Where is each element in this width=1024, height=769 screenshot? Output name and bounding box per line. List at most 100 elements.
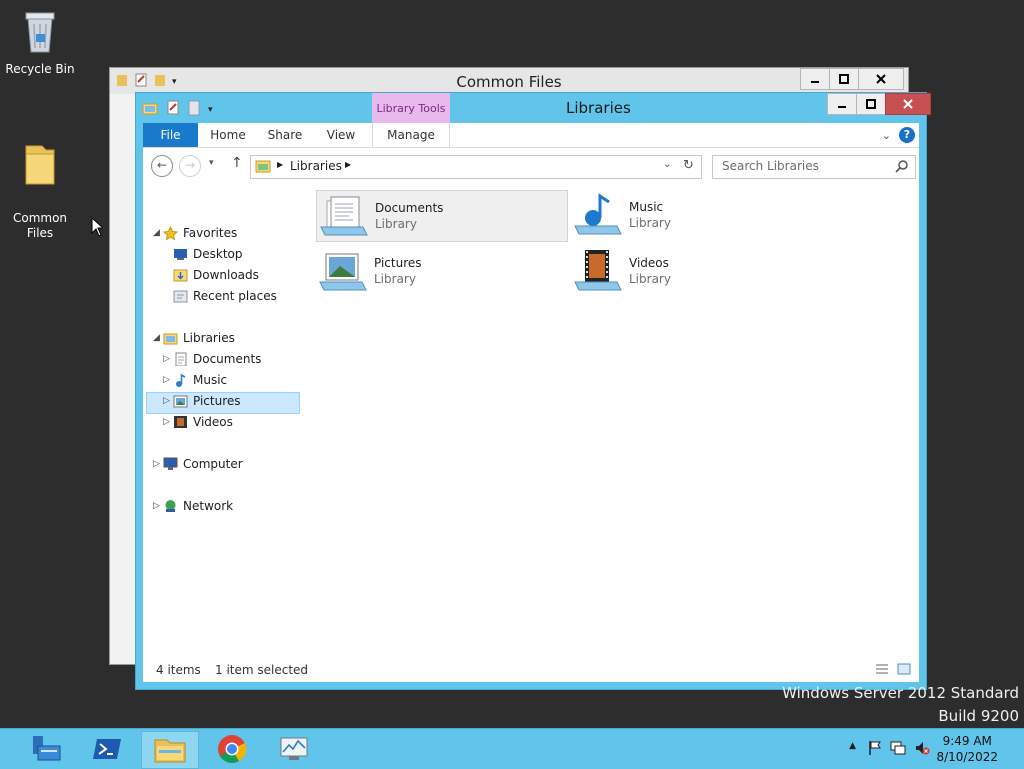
tree-item-pictures[interactable]: ▷ Pictures — [163, 391, 241, 411]
status-bar: 4 items 1 item selected — [143, 658, 919, 682]
recent-locations-icon[interactable]: ▾ — [209, 158, 214, 168]
maximize-button[interactable] — [829, 68, 859, 90]
library-tile-videos[interactable]: Videos Library — [571, 246, 821, 296]
title-bar[interactable]: ▾ Common Files — [110, 68, 908, 94]
tree-item-videos[interactable]: ▷ Videos — [163, 412, 233, 432]
star-icon — [162, 225, 179, 241]
properties-icon[interactable] — [166, 100, 180, 119]
close-button[interactable] — [858, 68, 904, 90]
show-hidden-icons-icon[interactable]: ▲ — [849, 741, 856, 751]
recycle-bin-label: Recycle Bin — [5, 62, 75, 76]
libraries-icon — [163, 331, 178, 345]
expand-arrow-icon[interactable]: ▷ — [153, 496, 160, 516]
tree-label: Libraries — [183, 331, 235, 345]
breadcrumb-separator-icon[interactable]: ▶ — [345, 160, 351, 169]
taskbar-server-manager[interactable] — [18, 731, 74, 767]
collapse-arrow-icon[interactable]: ◢ — [153, 328, 160, 348]
maximize-button[interactable] — [856, 93, 886, 115]
forward-button[interactable]: → — [179, 155, 201, 177]
tree-label: Computer — [183, 457, 243, 471]
expand-arrow-icon[interactable]: ▷ — [153, 454, 160, 474]
tree-item-music[interactable]: ▷ Music — [163, 370, 228, 390]
videos-library-icon — [574, 250, 622, 291]
taskbar-performance-monitor[interactable] — [266, 731, 322, 767]
title-bar[interactable]: ▾ Library Tools Libraries — [136, 93, 931, 123]
search-icon[interactable] — [895, 160, 908, 173]
customize-toolbar-icon[interactable]: ▾ — [208, 105, 213, 115]
minimize-button[interactable] — [827, 93, 857, 115]
tree-network[interactable]: ▷ Network — [153, 496, 234, 516]
breadcrumb-libraries[interactable]: Libraries — [290, 159, 342, 173]
address-dropdown-icon[interactable]: ⌄ — [663, 159, 671, 170]
taskbar-file-explorer[interactable] — [141, 731, 199, 769]
tab-home[interactable]: Home — [205, 123, 251, 147]
tab-view[interactable]: View — [319, 123, 363, 147]
tree-item-desktop[interactable]: Desktop — [174, 244, 243, 264]
back-button[interactable]: ← — [151, 155, 173, 177]
library-tile-music[interactable]: Music Library — [571, 190, 821, 240]
tab-file[interactable]: File — [143, 123, 198, 147]
tree-label: Pictures — [193, 394, 241, 408]
window-title: Common Files — [456, 73, 562, 91]
clock-time: 9:49 AM — [942, 734, 992, 748]
expand-arrow-icon[interactable]: ▷ — [163, 370, 170, 390]
close-button[interactable] — [885, 93, 931, 115]
desktop-icon-common-files[interactable]: Common Files — [0, 112, 80, 241]
expand-ribbon-icon[interactable]: ⌄ — [882, 129, 891, 142]
tree-item-recent-places[interactable]: Recent places — [173, 286, 277, 306]
tree-item-documents[interactable]: ▷ Documents — [163, 349, 261, 369]
tree-label: Favorites — [183, 226, 238, 240]
recent-places-icon — [173, 289, 188, 303]
expand-arrow-icon[interactable]: ▷ — [163, 412, 170, 432]
library-tile-documents[interactable]: Documents Library — [316, 190, 568, 242]
computer-icon — [163, 457, 178, 471]
tree-libraries[interactable]: ◢ Libraries — [153, 328, 235, 348]
tree-label: Recent places — [193, 289, 277, 303]
tree-label: Desktop — [193, 247, 243, 261]
clock[interactable]: 9:49 AM 8/10/2022 — [936, 733, 998, 765]
tile-type: Library — [375, 217, 417, 231]
chrome-icon — [218, 735, 247, 763]
help-icon[interactable]: ? — [899, 127, 915, 143]
server-manager-icon — [33, 736, 61, 761]
libraries-window[interactable]: ▾ Library Tools Libraries File Home Shar… — [135, 92, 931, 690]
tree-favorites[interactable]: ◢ Favorites — [153, 223, 238, 243]
tree-label: Music — [193, 373, 228, 387]
tile-name: Music — [629, 200, 664, 214]
action-center-flag-icon[interactable] — [868, 740, 882, 759]
os-build-watermark: Build 9200 — [938, 707, 1019, 725]
recycle-bin-icon — [0, 8, 80, 58]
large-icons-view-icon[interactable] — [897, 663, 911, 678]
minimize-button[interactable] — [800, 68, 830, 90]
details-view-icon[interactable] — [875, 663, 889, 678]
tree-computer[interactable]: ▷ Computer — [153, 454, 243, 474]
common-files-label: Common Files — [12, 211, 68, 240]
desktop-icon-recycle-bin[interactable]: Recycle Bin — [0, 8, 80, 77]
search-placeholder: Search Libraries — [722, 159, 819, 173]
expand-arrow-icon[interactable]: ▷ — [163, 349, 170, 369]
tab-share[interactable]: Share — [263, 123, 307, 147]
address-bar[interactable]: ▶ Libraries ▶ ⌄ ↻ — [250, 155, 702, 179]
tree-label: Downloads — [193, 268, 259, 282]
tree-item-downloads[interactable]: Downloads — [173, 265, 259, 285]
new-library-icon[interactable] — [188, 100, 200, 119]
tree-label: Videos — [193, 415, 233, 429]
tree-label: Network — [183, 499, 234, 513]
up-button[interactable]: ↑ — [231, 155, 243, 171]
ribbon-tabs: File Home Share View Manage ⌄ ? — [143, 123, 919, 148]
powershell-icon — [93, 739, 121, 759]
breadcrumb-separator-icon[interactable]: ▶ — [277, 160, 283, 169]
search-box[interactable]: Search Libraries — [712, 155, 916, 179]
tab-manage[interactable]: Manage — [372, 123, 450, 147]
tile-name: Pictures — [374, 256, 422, 270]
speaker-muted-icon[interactable] — [914, 740, 930, 759]
library-tile-pictures[interactable]: Pictures Library — [316, 246, 566, 296]
folder-icon — [0, 127, 80, 192]
network-status-icon[interactable] — [890, 740, 906, 759]
library-tools-label: Library Tools — [372, 93, 450, 123]
taskbar-chrome[interactable] — [204, 731, 260, 767]
collapse-arrow-icon[interactable]: ◢ — [153, 223, 160, 243]
taskbar-powershell[interactable] — [80, 731, 136, 767]
refresh-icon[interactable]: ↻ — [683, 158, 694, 173]
expand-arrow-icon[interactable]: ▷ — [163, 391, 170, 411]
